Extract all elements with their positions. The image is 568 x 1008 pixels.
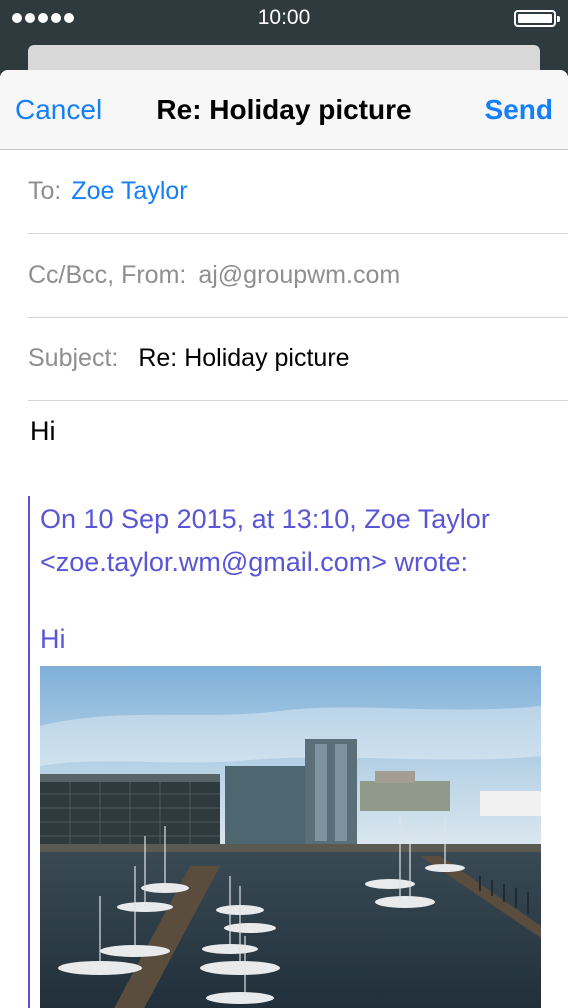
quote-header-line-2: <zoe.taylor.wm@gmail.com> wrote: [40,547,469,577]
cc-bcc-from-label: Cc/Bcc, From: [28,261,187,289]
from-address[interactable]: aj@groupwm.com [198,261,400,290]
quote-greeting: Hi [40,624,66,654]
message-body[interactable]: Hi [30,416,56,447]
quote-header: On 10 Sep 2015, at 13:10, Zoe Taylor <zo… [40,498,560,584]
subject-field[interactable]: Subject: Re: Holiday picture [28,317,568,401]
status-bar: 10:00 [0,0,568,40]
to-label: To: [28,177,62,205]
to-field[interactable]: To: Zoe Taylor [28,150,568,234]
cc-bcc-from-field[interactable]: Cc/Bcc, From: aj@groupwm.com [28,234,568,318]
compose-title: Re: Holiday picture [156,94,412,125]
navigation-bar: Cancel Re: Holiday picture Send [0,70,568,150]
harbor-photo[interactable] [40,666,541,1008]
compose-sheet: Cancel Re: Holiday picture Send To: Zoe … [0,70,568,1008]
battery-icon [514,10,560,27]
quoted-message: On 10 Sep 2015, at 13:10, Zoe Taylor <zo… [28,496,568,1008]
subject-input[interactable]: Re: Holiday picture [138,344,349,373]
quote-header-line-1: On 10 Sep 2015, at 13:10, Zoe Taylor [40,504,490,534]
subject-label: Subject: [28,344,119,372]
status-time: 10:00 [257,6,311,29]
send-button[interactable]: Send [485,94,553,126]
to-recipient[interactable]: Zoe Taylor [71,177,187,206]
